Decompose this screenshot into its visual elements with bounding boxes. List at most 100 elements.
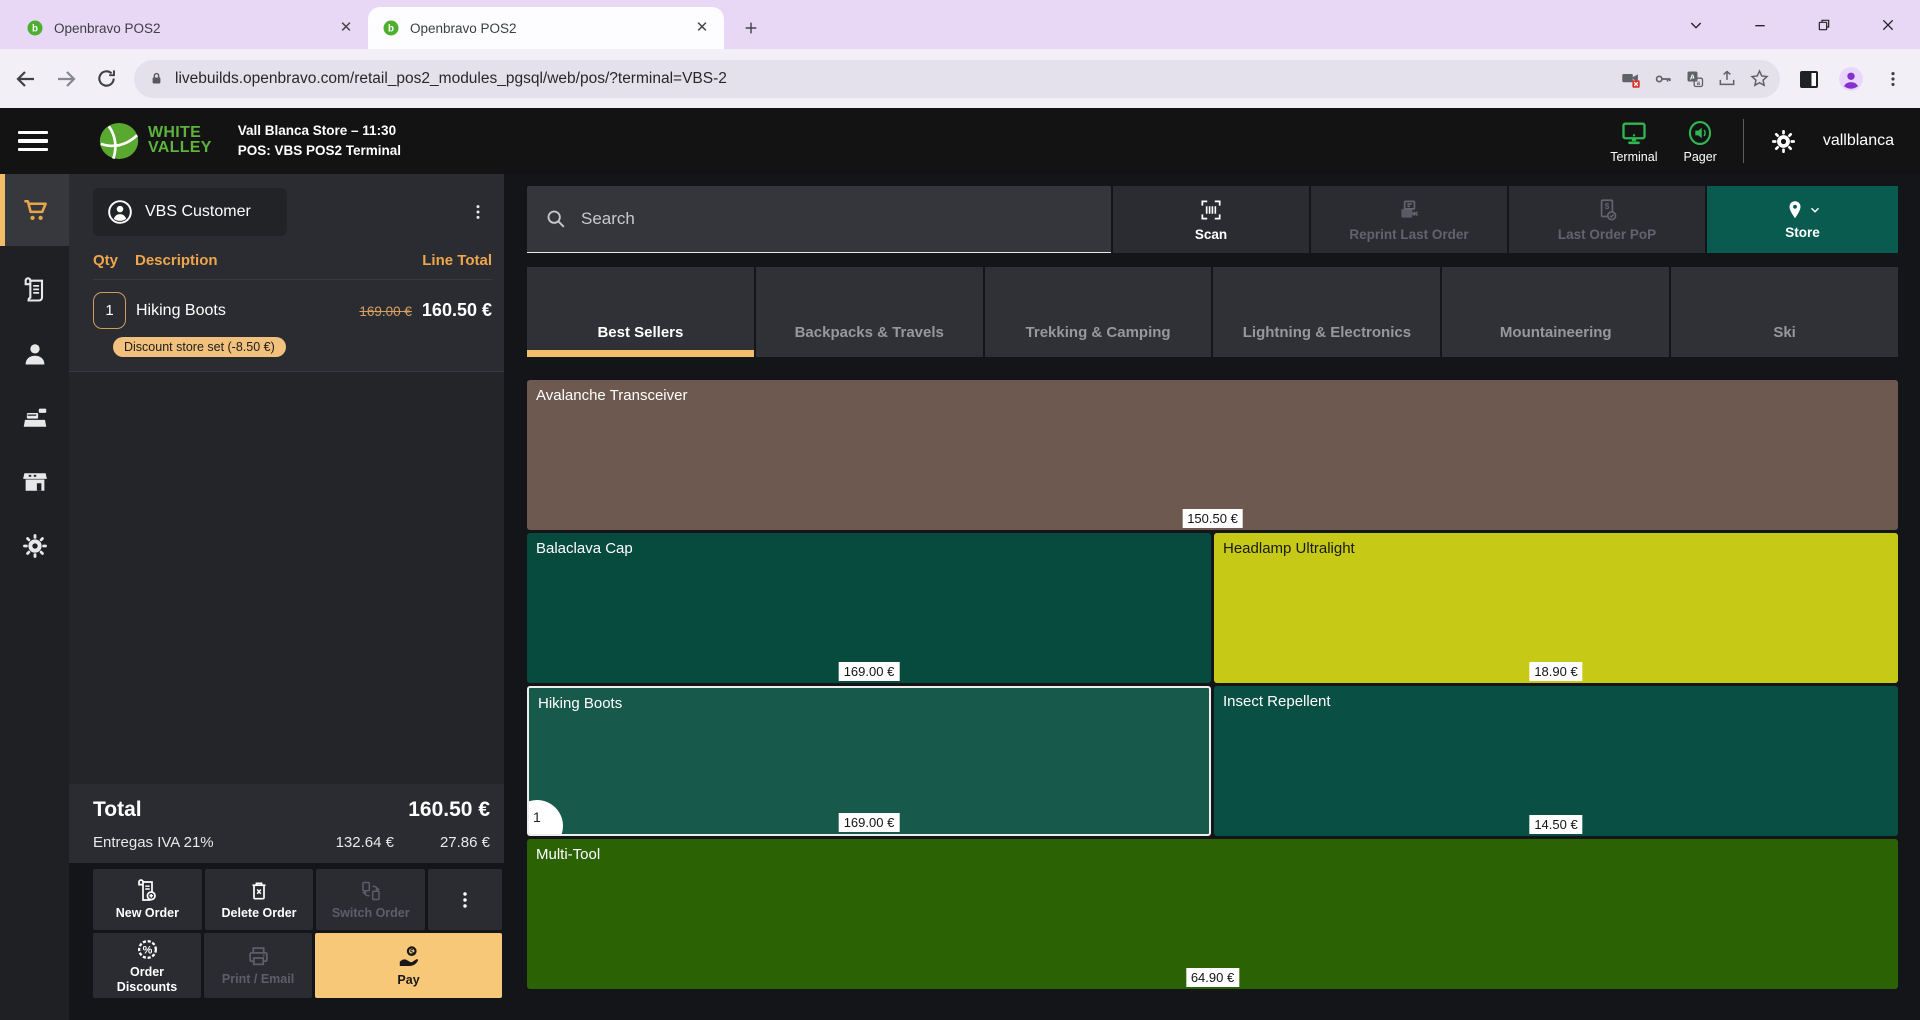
reprint-last-order-button[interactable]: Reprint Last Order xyxy=(1311,186,1507,253)
order-line-row[interactable]: 1 Hiking Boots 169.00 € 160.50 € Discoun… xyxy=(69,280,504,372)
tab-close-icon[interactable]: ✕ xyxy=(692,18,712,38)
tax-base: 132.64 € xyxy=(336,834,394,851)
openbravo-favicon-icon: b xyxy=(26,19,44,37)
reload-icon[interactable] xyxy=(94,67,118,91)
sidebar-item-receipts[interactable] xyxy=(0,258,69,322)
category-tab-trekking-camping[interactable]: Trekking & Camping xyxy=(985,267,1212,357)
tab-close-icon[interactable]: ✕ xyxy=(336,18,356,38)
username[interactable]: vallblanca xyxy=(1823,132,1894,150)
scan-button[interactable]: Scan xyxy=(1113,186,1309,253)
tab-title: Openbravo POS2 xyxy=(410,21,682,36)
product-tile-balaclava-cap[interactable]: Balaclava Cap169.00 € xyxy=(527,533,1211,683)
product-tile-avalanche-transceiver[interactable]: Avalanche Transceiver150.50 € xyxy=(527,380,1898,530)
product-tile-headlamp-ultralight[interactable]: Headlamp Ultralight18.90 € xyxy=(1214,533,1898,683)
product-name: Multi-Tool xyxy=(536,846,600,863)
tab-title: Openbravo POS2 xyxy=(54,21,326,36)
receipt-icon xyxy=(21,276,49,304)
menu-icon[interactable] xyxy=(18,131,48,152)
search-box[interactable] xyxy=(527,186,1111,253)
last-order-pop-button[interactable]: $ Last Order PoP xyxy=(1509,186,1705,253)
terminal-button[interactable]: Terminal xyxy=(1610,119,1657,164)
category-tabs: Best SellersBackpacks & TravelsTrekking … xyxy=(527,267,1898,357)
category-tab-mountaineering[interactable]: Mountaineering xyxy=(1442,267,1669,357)
order-totals: Total 160.50 € Entregas IVA 21% 132.64 €… xyxy=(69,784,504,863)
search-input[interactable] xyxy=(581,209,1093,229)
browser-tab-active[interactable]: b Openbravo POS2 ✕ xyxy=(368,7,724,49)
product-name: Insect Repellent xyxy=(1223,693,1331,710)
brand-line-2: VALLEY xyxy=(148,141,212,156)
sidebar-item-sales-cart[interactable] xyxy=(0,174,69,246)
new-order-button[interactable]: New Order xyxy=(93,869,202,930)
sidebar-item-settings[interactable] xyxy=(0,514,69,578)
share-icon[interactable] xyxy=(1716,68,1738,90)
close-window-button[interactable] xyxy=(1880,17,1906,33)
customer-button[interactable]: VBS Customer xyxy=(93,188,287,236)
sidebar-item-store[interactable] xyxy=(0,450,69,514)
last-order-pop-icon: $ xyxy=(1594,197,1620,223)
side-panel-icon[interactable] xyxy=(1796,66,1822,92)
browser-tab-inactive[interactable]: b Openbravo POS2 ✕ xyxy=(12,7,368,49)
product-tile-multi-tool[interactable]: Multi-Tool64.90 € xyxy=(527,839,1898,989)
tab-search-chevron-icon[interactable] xyxy=(1688,17,1714,33)
back-icon[interactable] xyxy=(14,67,38,91)
column-description: Description xyxy=(135,252,422,269)
category-tab-lightning-electronics[interactable]: Lightning & Electronics xyxy=(1213,267,1440,357)
last-order-pop-label: Last Order PoP xyxy=(1558,227,1656,242)
store-line: Vall Blanca Store – 11:30 xyxy=(238,121,401,141)
column-line-total: Line Total xyxy=(422,252,492,269)
svg-text:b: b xyxy=(32,23,38,34)
tab-strip: b Openbravo POS2 ✕ b Openbravo POS2 ✕ xyxy=(0,0,1920,49)
more-actions-kebab-button[interactable] xyxy=(428,869,502,930)
category-tab-ski[interactable]: Ski xyxy=(1671,267,1898,357)
print-email-button[interactable]: Print / Email xyxy=(204,933,312,998)
pay-button[interactable]: Pay xyxy=(315,933,502,998)
order-discounts-button[interactable]: % Order Discounts xyxy=(93,933,201,998)
store-icon xyxy=(20,467,50,497)
tax-label: Entregas IVA 21% xyxy=(93,834,214,851)
minimize-button[interactable] xyxy=(1752,17,1778,33)
line-original-price: 169.00 € xyxy=(359,304,412,319)
svg-text:b: b xyxy=(388,23,394,34)
delete-order-button[interactable]: Delete Order xyxy=(205,869,314,930)
product-browser: Scan Reprint Last Order $ Last Order PoP… xyxy=(527,174,1898,1020)
product-tile-hiking-boots[interactable]: Hiking Boots169.00 €1 xyxy=(527,686,1211,836)
browser-window: b Openbravo POS2 ✕ b Openbravo POS2 ✕ li… xyxy=(0,0,1920,1020)
sidebar-item-customers[interactable] xyxy=(0,322,69,386)
line-qty-badge[interactable]: 1 xyxy=(93,292,126,329)
forward-icon[interactable] xyxy=(54,67,78,91)
customer-icon xyxy=(21,340,49,368)
camera-blocked-icon[interactable] xyxy=(1620,68,1642,90)
svg-text:a: a xyxy=(1697,79,1701,86)
cash-register-icon xyxy=(20,403,50,433)
store-selector-button[interactable]: Store xyxy=(1707,186,1898,253)
key-icon[interactable] xyxy=(1652,68,1674,90)
profile-avatar[interactable] xyxy=(1838,66,1864,92)
openbravo-favicon-icon: b xyxy=(382,19,400,37)
category-tab-label: Trekking & Camping xyxy=(985,324,1212,341)
kebab-icon xyxy=(454,889,476,911)
category-tab-backpacks-travels[interactable]: Backpacks & Travels xyxy=(756,267,983,357)
customer-circle-icon xyxy=(107,199,133,225)
monitor-icon xyxy=(1620,119,1648,147)
browser-toolbar: livebuilds.openbravo.com/retail_pos2_mod… xyxy=(0,49,1920,108)
browser-menu-kebab-icon[interactable] xyxy=(1880,66,1906,92)
category-tab-best-sellers[interactable]: Best Sellers xyxy=(527,267,754,357)
url-bar[interactable]: livebuilds.openbravo.com/retail_pos2_mod… xyxy=(134,60,1780,98)
category-tab-label: Lightning & Electronics xyxy=(1213,324,1440,341)
product-tile-insect-repellent[interactable]: Insect Repellent14.50 € xyxy=(1214,686,1898,836)
terminal-label: Terminal xyxy=(1610,150,1657,164)
new-tab-button[interactable] xyxy=(736,13,766,43)
category-tab-label: Backpacks & Travels xyxy=(756,324,983,341)
sidebar-item-cash-management[interactable] xyxy=(0,386,69,450)
order-panel: VBS Customer Qty Description Line Total … xyxy=(69,174,504,998)
switch-order-icon xyxy=(359,879,383,903)
bookmark-star-icon[interactable] xyxy=(1748,68,1770,90)
restore-button[interactable] xyxy=(1816,17,1842,33)
order-discounts-label: Order Discounts xyxy=(108,965,186,994)
switch-order-button[interactable]: Switch Order xyxy=(316,869,425,930)
order-menu-kebab-icon[interactable] xyxy=(468,202,488,222)
settings-gear-icon[interactable] xyxy=(1770,128,1797,155)
translate-icon[interactable]: Aa xyxy=(1684,68,1706,90)
pager-button[interactable]: Pager xyxy=(1683,119,1716,164)
svg-text:%: % xyxy=(142,945,152,957)
